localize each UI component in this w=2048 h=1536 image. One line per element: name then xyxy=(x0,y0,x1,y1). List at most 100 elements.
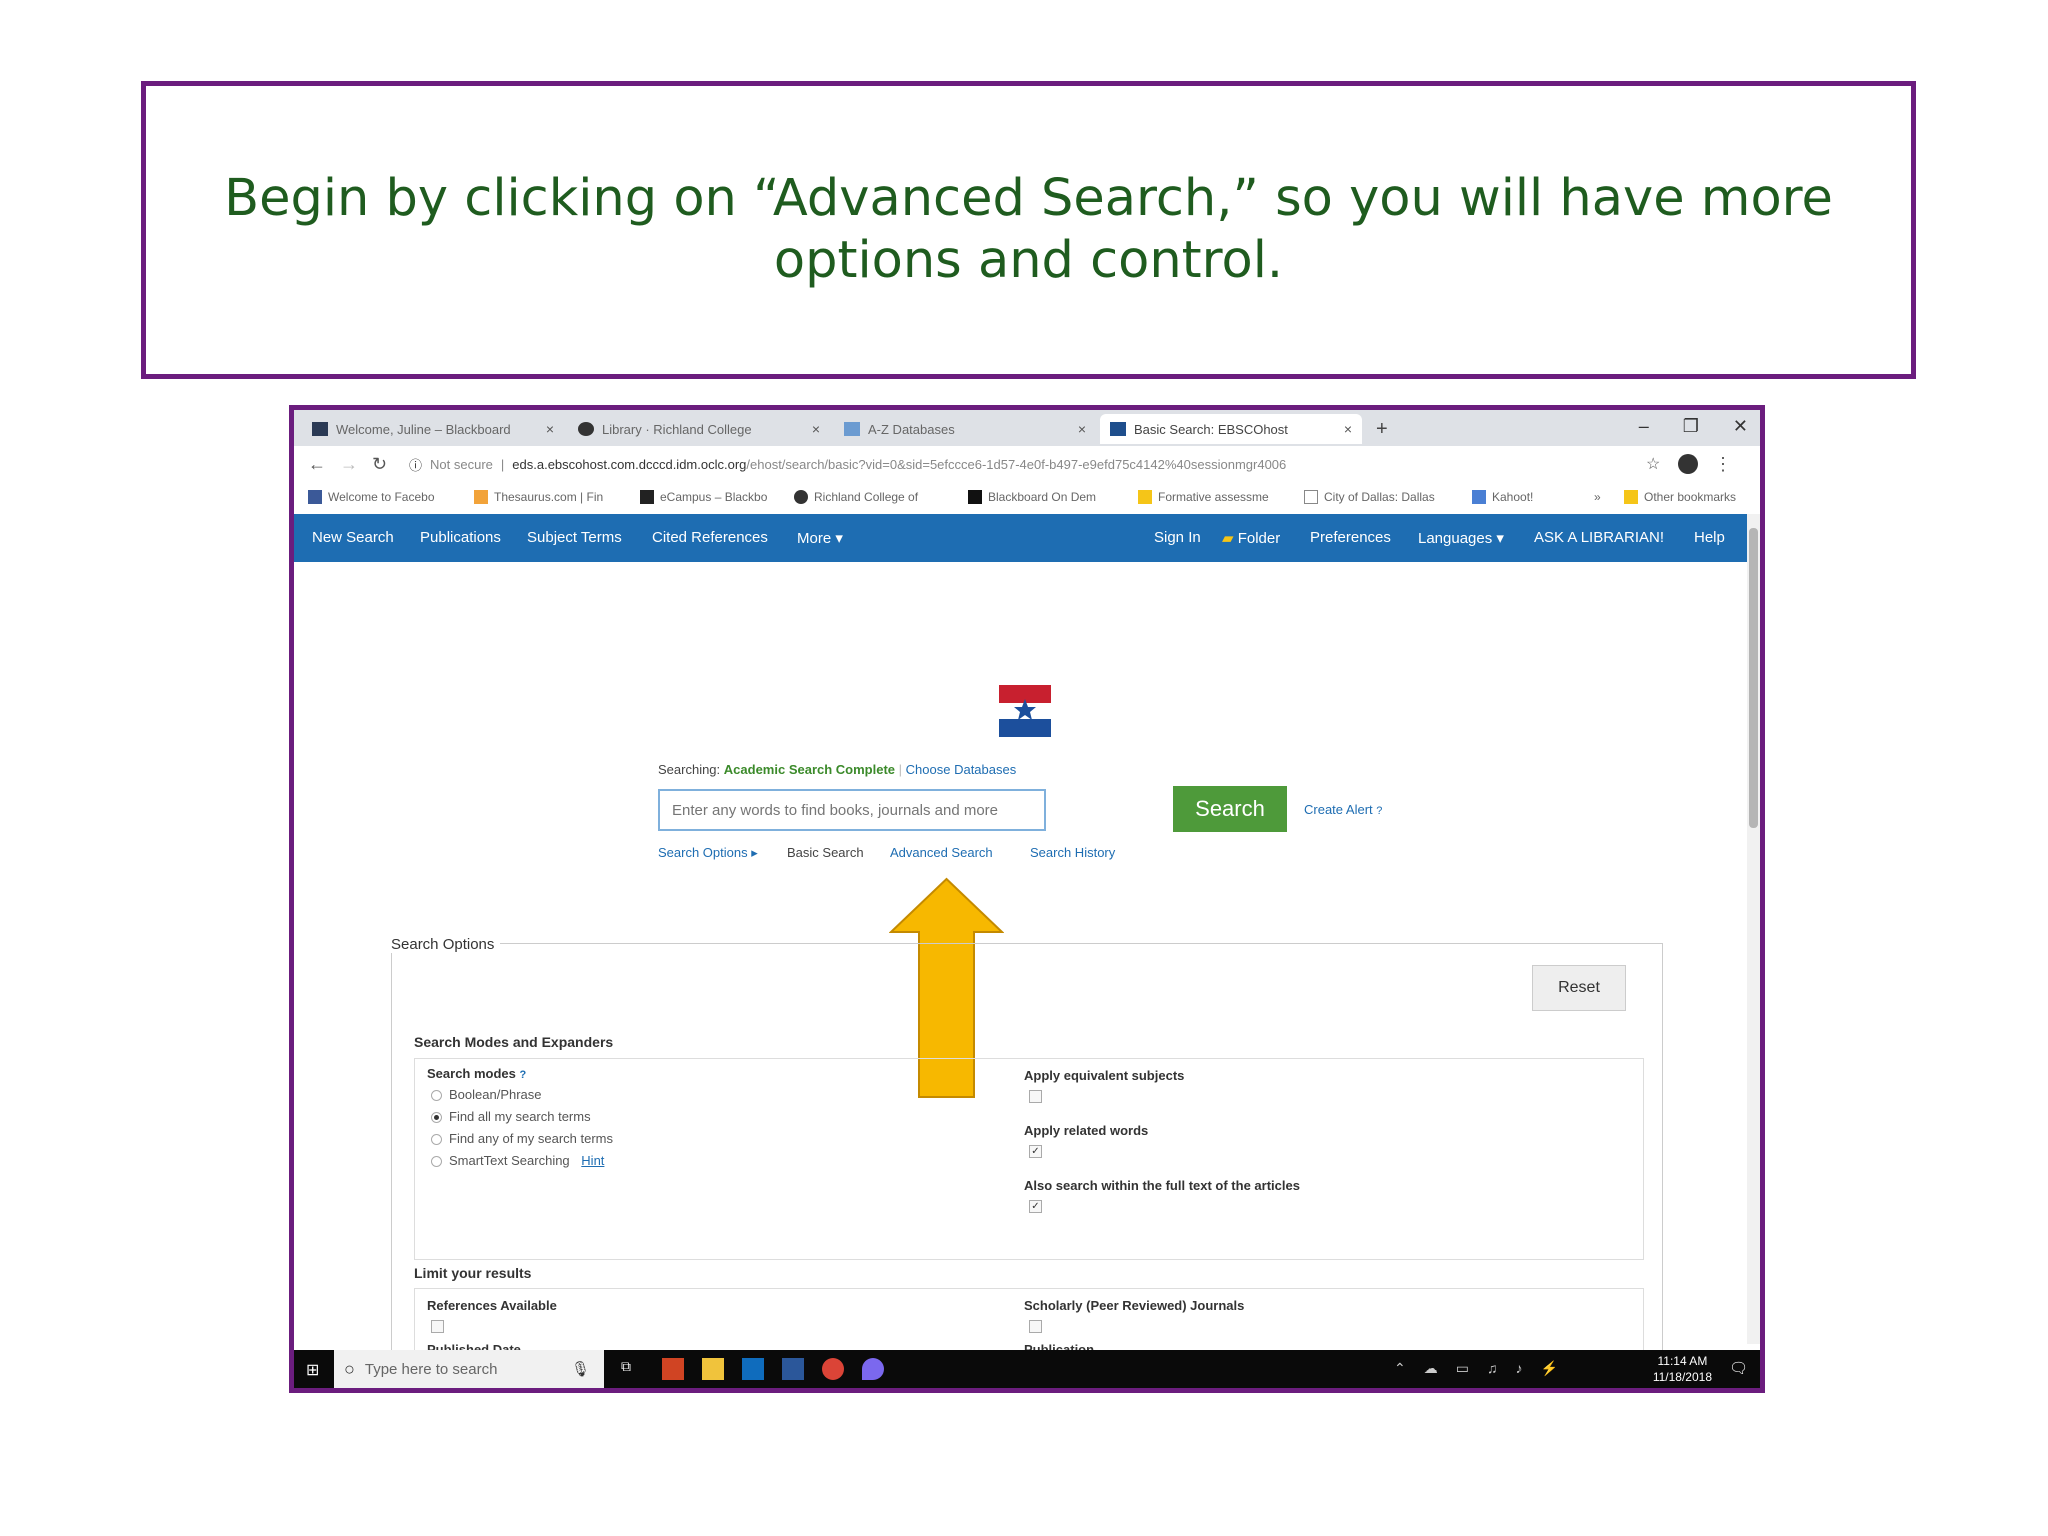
bookmark-item[interactable]: Thesaurus.com | Fin xyxy=(474,490,603,504)
clock[interactable]: 11:14 AM 11/18/2018 xyxy=(1653,1353,1712,1385)
nav-languages[interactable]: Languages ▾ xyxy=(1418,529,1504,547)
restore-icon[interactable]: ❐ xyxy=(1683,416,1699,437)
close-icon[interactable]: × xyxy=(1344,421,1352,437)
nav-cited-references[interactable]: Cited References xyxy=(652,529,768,546)
maps-icon[interactable] xyxy=(862,1358,884,1380)
file-explorer-icon[interactable] xyxy=(702,1358,724,1380)
folder-icon: ▰ xyxy=(1222,530,1234,547)
bookmark-item[interactable]: City of Dallas: Dallas xyxy=(1304,490,1435,504)
checkbox-equivalent-subjects[interactable] xyxy=(1029,1090,1042,1103)
bookmark-item[interactable]: Kahoot! xyxy=(1472,490,1533,504)
nav-ask-librarian[interactable]: ASK A LIBRARIAN! xyxy=(1534,529,1664,546)
back-icon[interactable]: ← xyxy=(308,454,326,475)
avatar[interactable] xyxy=(1678,454,1698,474)
new-tab-button[interactable]: + xyxy=(1366,414,1406,444)
caption-box: Begin by clicking on “Advanced Search,” … xyxy=(141,81,1916,379)
nav-help[interactable]: Help xyxy=(1694,529,1725,546)
forward-icon[interactable]: → xyxy=(340,454,358,475)
blackboard-icon xyxy=(968,490,982,504)
expander-label: Apply equivalent subjects xyxy=(1024,1068,1185,1083)
bookmark-item[interactable]: Richland College of xyxy=(794,490,918,504)
notifications-icon[interactable]: 🗨 xyxy=(1729,1359,1748,1377)
chrome-icon[interactable] xyxy=(822,1358,844,1380)
advanced-search-link[interactable]: Advanced Search xyxy=(890,845,993,860)
nav-new-search[interactable]: New Search xyxy=(312,529,394,546)
radio-find-any[interactable] xyxy=(431,1134,442,1145)
bookmark-item[interactable]: Formative assessme xyxy=(1138,490,1269,504)
url-field[interactable]: ⓘ Not secure | eds.a.ebscohost.com.dcccd… xyxy=(409,453,1589,475)
taskbar-search[interactable]: ○ Type here to search 🎙 xyxy=(334,1350,604,1388)
word-icon[interactable] xyxy=(782,1358,804,1380)
tab-library[interactable]: Library · Richland College × xyxy=(568,414,830,444)
search-options-title: Search Options xyxy=(391,936,501,953)
task-view-icon[interactable]: ⧉ xyxy=(621,1358,643,1380)
modes-title: Search Modes and Expanders xyxy=(414,1034,614,1050)
checkbox-full-text[interactable]: ✓ xyxy=(1029,1200,1042,1213)
scrollbar-thumb[interactable] xyxy=(1749,528,1758,828)
menu-icon[interactable]: ⋮ xyxy=(1714,454,1732,475)
checkbox-scholarly[interactable] xyxy=(1029,1320,1042,1333)
database-name: Academic Search Complete xyxy=(723,762,896,777)
kahoot-icon xyxy=(1472,490,1486,504)
nav-sign-in[interactable]: Sign In xyxy=(1154,529,1201,546)
tab-az-databases[interactable]: A-Z Databases × xyxy=(834,414,1096,444)
expander-label: Apply related words xyxy=(1024,1123,1149,1138)
star-icon[interactable]: ☆ xyxy=(1646,454,1660,474)
nav-publications[interactable]: Publications xyxy=(420,529,501,546)
create-alert-link[interactable]: Create Alert ? xyxy=(1304,802,1382,817)
choose-databases-link[interactable]: Choose Databases xyxy=(906,762,1017,777)
basic-search-link[interactable]: Basic Search xyxy=(787,845,864,860)
reload-icon[interactable]: ↻ xyxy=(372,454,387,475)
ebsco-icon xyxy=(1110,422,1126,436)
bookmarks-bar: Welcome to Facebo Thesaurus.com | Fin eC… xyxy=(294,482,1760,515)
tab-basic-search[interactable]: Basic Search: EBSCOhost × xyxy=(1100,414,1362,444)
close-icon[interactable]: × xyxy=(812,421,820,437)
address-bar: ← → ↻ ⓘ Not secure | eds.a.ebscohost.com… xyxy=(294,446,1760,483)
help-icon[interactable]: ? xyxy=(520,1069,527,1081)
mode-label: Find all my search terms xyxy=(449,1109,591,1124)
radio-find-all[interactable] xyxy=(431,1112,442,1123)
close-icon[interactable]: × xyxy=(546,421,554,437)
bookmark-item[interactable]: Other bookmarks xyxy=(1624,490,1736,504)
college-logo xyxy=(999,685,1051,737)
searching-line: Searching: Academic Search Complete | Ch… xyxy=(658,762,1017,777)
search-history-link[interactable]: Search History xyxy=(1030,845,1115,860)
nav-preferences[interactable]: Preferences xyxy=(1310,529,1391,546)
browser-screenshot: Welcome, Juline – Blackboard × Library ·… xyxy=(289,405,1765,1393)
search-button[interactable]: Search xyxy=(1173,786,1287,832)
nav-more[interactable]: More ▾ xyxy=(797,529,843,547)
search-input[interactable] xyxy=(658,789,1046,831)
cortana-icon: ○ xyxy=(344,1358,355,1379)
folder-icon xyxy=(1624,490,1638,504)
reset-button[interactable]: Reset xyxy=(1532,965,1626,1011)
window-controls: – ❐ ✕ xyxy=(1639,416,1748,437)
nav-subject-terms[interactable]: Subject Terms xyxy=(527,529,622,546)
bookmark-item[interactable]: Blackboard On Dem xyxy=(968,490,1096,504)
system-tray-icons[interactable]: ⌃☁▭♫♪⚡ xyxy=(1394,1360,1576,1377)
blackboard-icon xyxy=(640,490,654,504)
checkbox-references-available[interactable] xyxy=(431,1320,444,1333)
mode-label: SmartText Searching Hint xyxy=(449,1153,605,1168)
bookmarks-overflow[interactable]: » xyxy=(1594,490,1601,504)
bookmark-item[interactable]: eCampus – Blackbo xyxy=(640,490,767,504)
minimize-icon[interactable]: – xyxy=(1639,416,1649,437)
tab-blackboard[interactable]: Welcome, Juline – Blackboard × xyxy=(302,414,564,444)
cloud-icon xyxy=(844,422,860,436)
powerpoint-icon[interactable] xyxy=(662,1358,684,1380)
bookmark-item[interactable]: Welcome to Facebo xyxy=(308,490,435,504)
close-icon[interactable]: × xyxy=(1078,421,1086,437)
expander-label: Also search within the full text of the … xyxy=(1024,1178,1300,1193)
info-icon: ⓘ xyxy=(409,457,423,473)
search-options-link[interactable]: Search Options ▸ xyxy=(658,845,758,861)
thesaurus-icon xyxy=(474,490,488,504)
close-window-icon[interactable]: ✕ xyxy=(1733,416,1748,437)
windows-start-icon[interactable]: ⊞ xyxy=(306,1360,319,1380)
hint-link[interactable]: Hint xyxy=(581,1153,604,1168)
nav-folder[interactable]: ▰ Folder xyxy=(1222,529,1280,547)
outlook-icon[interactable] xyxy=(742,1358,764,1380)
checkbox-related-words[interactable]: ✓ xyxy=(1029,1145,1042,1158)
microphone-icon[interactable]: 🎙 xyxy=(571,1360,590,1378)
radio-smarttext[interactable] xyxy=(431,1156,442,1167)
radio-boolean[interactable] xyxy=(431,1090,442,1101)
page-icon xyxy=(1304,490,1318,504)
